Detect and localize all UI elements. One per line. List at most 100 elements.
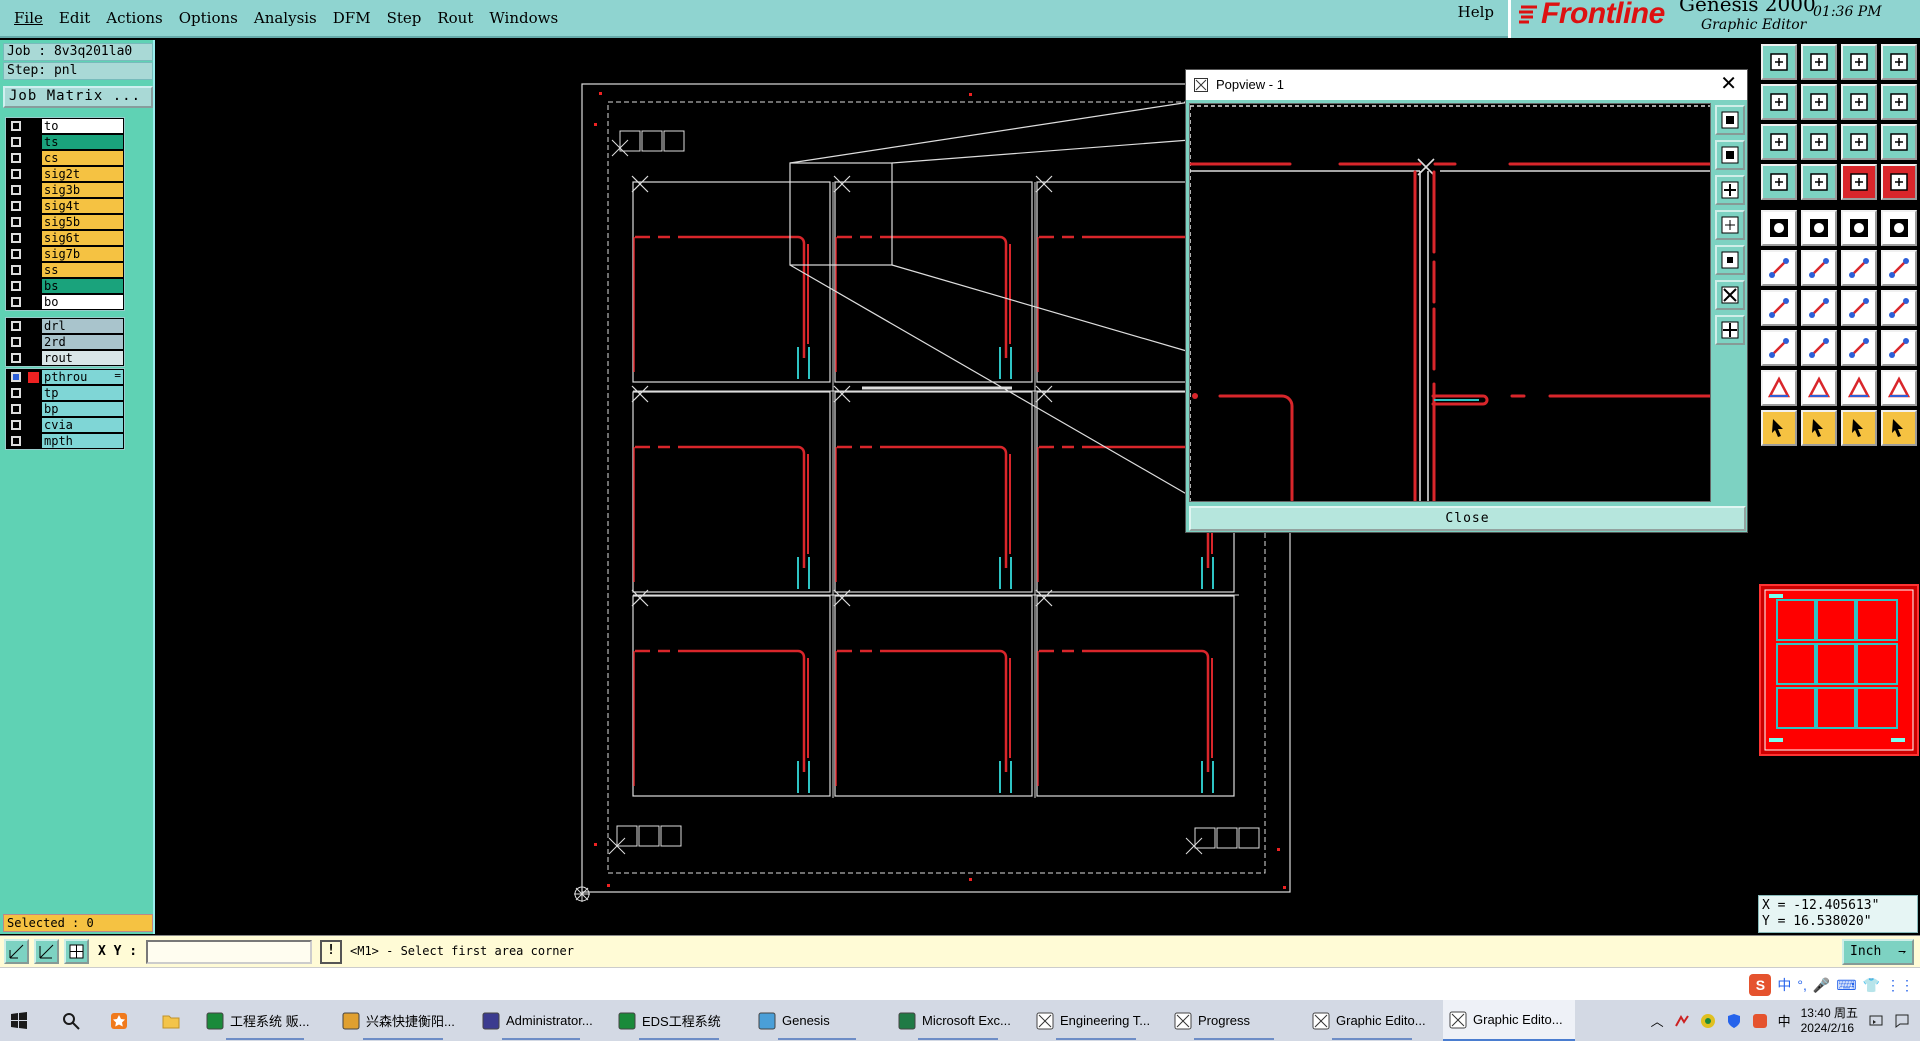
search-button[interactable] — [56, 1000, 86, 1041]
tool-fit-v-button[interactable] — [1801, 124, 1837, 160]
layer-name[interactable]: bs — [42, 279, 123, 293]
layer-name[interactable]: pthrou — [42, 370, 123, 384]
tool-tri-d-button[interactable] — [1881, 370, 1917, 406]
layer-swatch[interactable] — [28, 403, 39, 415]
layer-row-pthrou[interactable]: pthrou = — [6, 369, 124, 385]
tool-pick4-button[interactable] — [1881, 410, 1917, 446]
layer-swatch[interactable] — [28, 168, 39, 180]
tool-right-button[interactable] — [1801, 84, 1837, 120]
app-tray-icon[interactable] — [1700, 1013, 1716, 1029]
layer-checkbox[interactable] — [11, 404, 21, 414]
grid-mode-button[interactable] — [64, 939, 89, 964]
menu-help[interactable]: Help — [1458, 3, 1494, 21]
tool-line-button[interactable] — [1801, 210, 1837, 246]
layer-checkbox[interactable] — [11, 297, 21, 307]
tool-sort-button[interactable] — [1881, 84, 1917, 120]
layer-checkbox[interactable] — [11, 420, 21, 430]
tool-split-button[interactable] — [1881, 290, 1917, 326]
tool-measure-button[interactable] — [1841, 210, 1877, 246]
menu-dfm[interactable]: DFM — [325, 9, 379, 27]
layer-name[interactable]: 2rd — [42, 335, 123, 349]
popview-canvas[interactable] — [1188, 103, 1712, 504]
taskbar-item[interactable]: Graphic Edito... — [1306, 1000, 1438, 1041]
layer-swatch[interactable] — [28, 200, 39, 212]
layer-name[interactable]: bp — [42, 402, 123, 416]
layer-swatch[interactable] — [28, 387, 39, 399]
pop-expand-button[interactable] — [1715, 280, 1745, 310]
layer-checkbox[interactable] — [11, 169, 21, 179]
layer-checkbox[interactable] — [11, 121, 21, 131]
ime-keyboard-icon[interactable]: ⌨ — [1836, 977, 1856, 994]
layer-checkbox[interactable] — [11, 388, 21, 398]
layer-checkbox[interactable] — [11, 372, 21, 382]
layer-swatch[interactable] — [28, 264, 39, 276]
tool-snap-b-button[interactable] — [1881, 164, 1917, 200]
layer-name[interactable]: drl — [42, 319, 123, 333]
pop-center-button[interactable] — [1715, 315, 1745, 345]
layer-row-ts[interactable]: ts — [6, 134, 124, 150]
layer-swatch[interactable] — [28, 152, 39, 164]
layer-row-sig5b[interactable]: sig5b — [6, 214, 124, 230]
tool-export-button[interactable] — [1801, 44, 1837, 80]
snap-mode-button[interactable] — [4, 939, 29, 964]
taskbar-item[interactable]: 工程系统 贩... — [200, 1000, 330, 1041]
layer-checkbox[interactable] — [11, 321, 21, 331]
layer-name[interactable]: sig6t — [42, 231, 123, 245]
layer-row-sig2t[interactable]: sig2t — [6, 166, 124, 182]
job-matrix-button[interactable]: Job Matrix ... — [3, 86, 153, 108]
clock[interactable]: 13:40 周五 2024/2/16 — [1801, 1006, 1858, 1036]
layer-checkbox[interactable] — [11, 281, 21, 291]
layer-name[interactable]: rout — [42, 351, 123, 365]
layer-swatch[interactable] — [28, 320, 39, 332]
layer-swatch[interactable] — [28, 232, 39, 244]
chevron-up-icon[interactable]: ︿ — [1651, 1011, 1664, 1030]
layer-name[interactable]: sig2t — [42, 167, 123, 181]
popview-close-button[interactable]: Close — [1189, 506, 1746, 531]
taskbar-item[interactable]: Graphic Edito... — [1443, 1000, 1575, 1041]
menu-analysis[interactable]: Analysis — [246, 9, 325, 27]
layer-name[interactable]: ss — [42, 263, 123, 277]
taskbar-item[interactable]: Genesis — [752, 1000, 882, 1041]
layer-swatch[interactable] — [28, 296, 39, 308]
tool-tri-c-button[interactable] — [1841, 370, 1877, 406]
layer-swatch[interactable] — [28, 248, 39, 260]
tool-tri-b-button[interactable] — [1801, 370, 1837, 406]
layer-name[interactable]: ts — [42, 135, 123, 149]
layer-checkbox[interactable] — [11, 201, 21, 211]
tool-snap-a-button[interactable] — [1841, 164, 1877, 200]
menu-edit[interactable]: Edit — [51, 9, 98, 27]
tool-layers-button[interactable] — [1761, 164, 1797, 200]
tool-cross-button[interactable] — [1801, 250, 1837, 286]
layer-swatch[interactable] — [28, 184, 39, 196]
layer-checkbox[interactable] — [11, 265, 21, 275]
layer-name[interactable]: sig3b — [42, 183, 123, 197]
xy-input[interactable] — [146, 940, 312, 964]
tool-group-button[interactable] — [1881, 330, 1917, 366]
tool-pick3-button[interactable] — [1841, 410, 1877, 446]
file-explorer-button[interactable] — [156, 1000, 186, 1041]
ime-tray-lang[interactable]: 中 — [1778, 1011, 1791, 1030]
tool-grid-button[interactable] — [1801, 164, 1837, 200]
pop-zoom-in-button[interactable] — [1715, 105, 1745, 135]
tool-import-button[interactable] — [1761, 44, 1797, 80]
layer-swatch[interactable] — [28, 419, 39, 431]
ime-punct[interactable]: °, — [1797, 977, 1807, 993]
taskbar-item[interactable]: EDS工程系统 — [612, 1000, 746, 1041]
show-desktop-icon[interactable] — [1868, 1013, 1884, 1029]
taskbar-item[interactable]: Microsoft Exc... — [892, 1000, 1024, 1041]
layer-name[interactable]: to — [42, 119, 123, 133]
pop-zoom-out-button[interactable] — [1715, 140, 1745, 170]
tool-arc-button[interactable] — [1841, 290, 1877, 326]
ime-skin-icon[interactable]: 👕 — [1863, 977, 1880, 994]
layer-swatch[interactable] — [28, 136, 39, 148]
shield-icon[interactable] — [1726, 1013, 1742, 1029]
layer-checkbox[interactable] — [11, 185, 21, 195]
layer-row-sig3b[interactable]: sig3b — [6, 182, 124, 198]
taskbar-item[interactable]: Engineering T... — [1030, 1000, 1162, 1041]
ime-menu-icon[interactable]: ⋮⋮ — [1886, 977, 1914, 994]
tool-swap-button[interactable] — [1841, 84, 1877, 120]
ime-mic-icon[interactable]: 🎤 — [1813, 977, 1830, 994]
tool-angle-button[interactable] — [1761, 290, 1797, 326]
menu-file[interactable]: File — [6, 9, 51, 27]
menu-step[interactable]: Step — [379, 9, 430, 27]
